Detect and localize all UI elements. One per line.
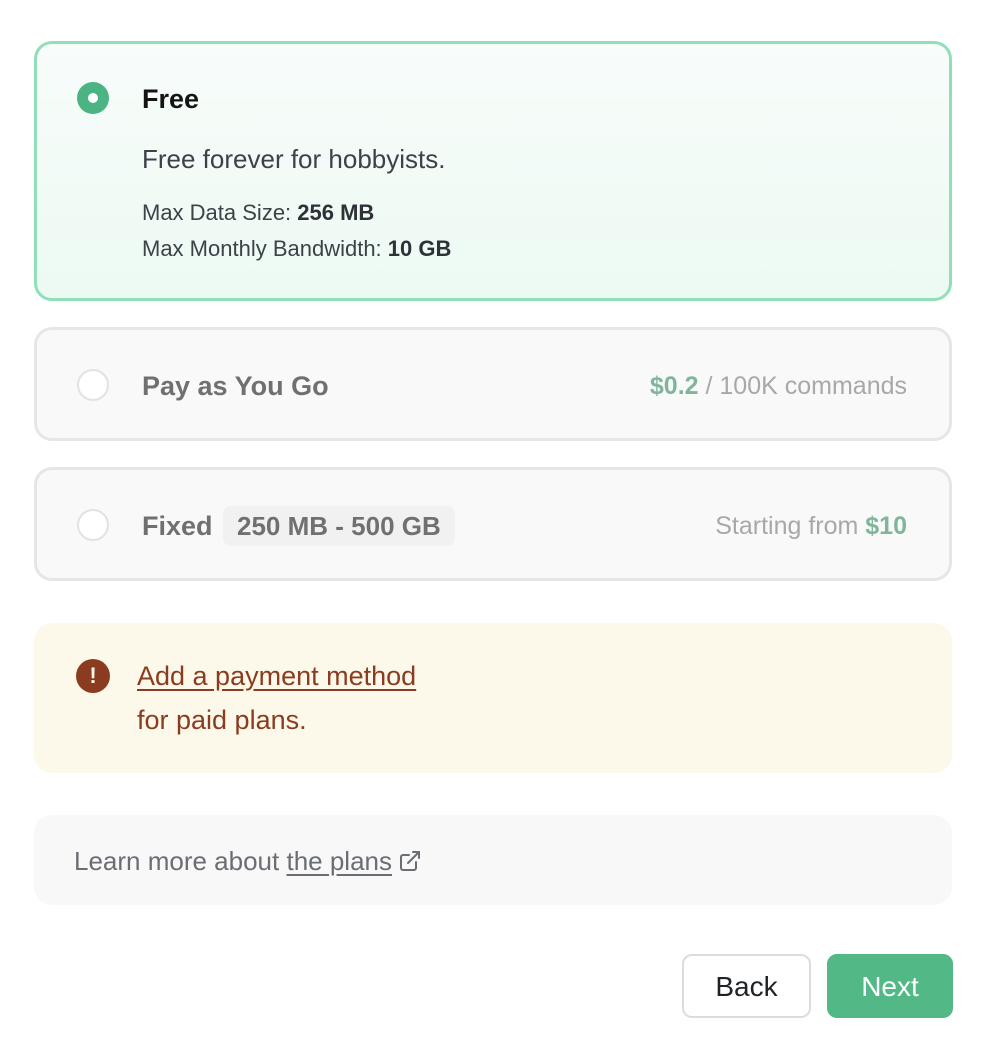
max-data-size: Max Data Size: 256 MB xyxy=(142,200,374,226)
size-range-badge: 250 MB - 500 GB xyxy=(223,506,455,546)
radio-unchecked-icon[interactable] xyxy=(77,369,109,401)
alert-message: for paid plans. xyxy=(137,705,307,735)
radio-checked-icon[interactable] xyxy=(77,82,109,114)
plan-price: Starting from $10 xyxy=(715,512,907,541)
price-unit: / 100K commands xyxy=(698,372,908,400)
plan-name: Fixed xyxy=(142,511,213,541)
max-bandwidth-label: Max Monthly Bandwidth: xyxy=(142,236,388,261)
radio-unchecked-icon[interactable] xyxy=(77,509,109,541)
price-value: $0.2 xyxy=(649,372,699,400)
max-data-size-label: Max Data Size: xyxy=(142,200,298,225)
back-button[interactable]: Back xyxy=(682,954,811,1018)
external-link-icon[interactable] xyxy=(398,849,422,880)
plan-option-fixed[interactable]: Fixed 250 MB - 500 GB Starting from $10 xyxy=(34,467,952,581)
plans-link[interactable]: the plans xyxy=(286,846,392,876)
plan-option-free[interactable]: Free Free forever for hobbyists. Max Dat… xyxy=(34,41,952,301)
plan-name: Pay as You Go xyxy=(142,371,329,401)
learn-more-text: Learn more about the plans xyxy=(74,846,422,880)
plan-option-pay-as-you-go[interactable]: Pay as You Go $0.2 / 100K commands xyxy=(34,327,952,441)
plan-name: Free xyxy=(142,84,200,114)
max-data-size-value: 256 MB xyxy=(297,200,375,225)
max-monthly-bandwidth: Max Monthly Bandwidth: 10 GB xyxy=(142,236,451,262)
max-bandwidth-value: 10 GB xyxy=(387,236,452,261)
plan-description: Free forever for hobbyists. xyxy=(142,144,446,174)
next-button[interactable]: Next xyxy=(827,954,953,1018)
learn-more-box: Learn more about the plans xyxy=(34,815,952,905)
add-payment-method-link[interactable]: Add a payment method xyxy=(137,661,416,692)
exclamation-circle-icon: ! xyxy=(76,659,110,693)
learn-more-prefix: Learn more about xyxy=(74,846,287,876)
payment-alert: ! Add a payment method for paid plans. xyxy=(34,623,952,773)
plan-price: $0.2 / 100K commands xyxy=(650,372,907,401)
price-value: $10 xyxy=(865,512,907,540)
price-prefix: Starting from xyxy=(715,512,866,540)
